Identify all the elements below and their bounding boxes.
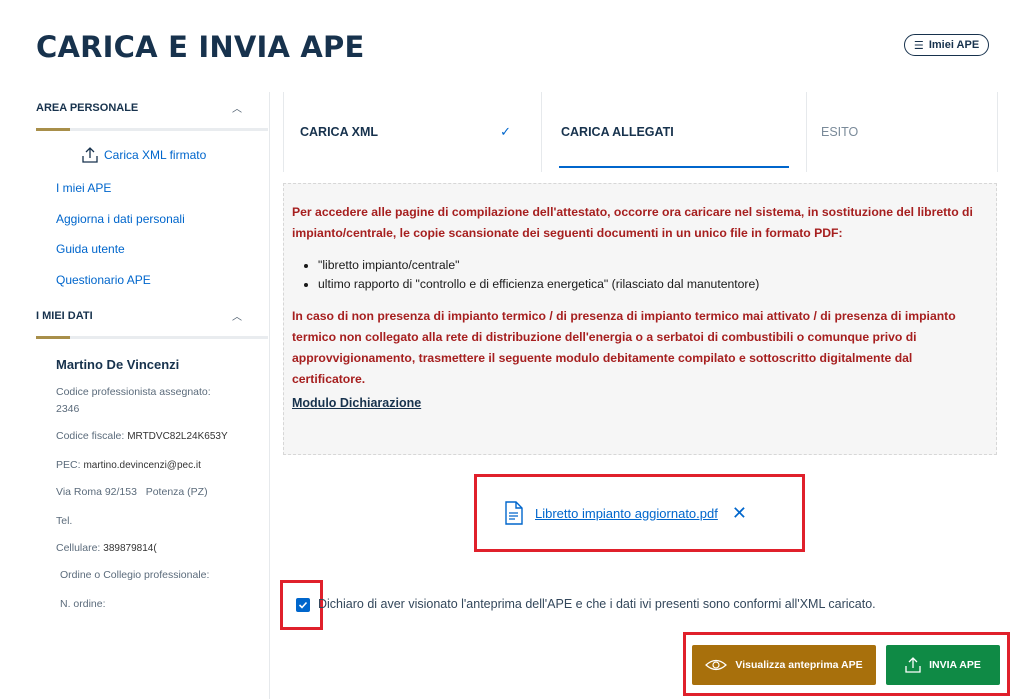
list-icon: ☰ bbox=[913, 39, 924, 52]
sidebar-item-aggiorna-dati[interactable]: Aggiorna i dati personali bbox=[56, 212, 185, 226]
preview-ape-button[interactable]: Visualizza anteprima APE bbox=[692, 645, 876, 685]
codice-professionista: Codice professionista assegnato: 2346 bbox=[56, 386, 211, 415]
file-name-link[interactable]: Libretto impianto aggiornato.pdf bbox=[535, 506, 718, 521]
section-miei-dati-label: I MIEI DATI bbox=[36, 309, 93, 322]
upload-xml-label: Carica XML firmato bbox=[104, 148, 207, 162]
step-esito[interactable]: ESITO bbox=[806, 92, 998, 172]
step-carica-allegati-label: CARICA ALLEGATI bbox=[561, 125, 674, 139]
user-name: Martino De Vincenzi bbox=[56, 357, 180, 372]
modulo-dichiarazione-link[interactable]: Modulo Dichiarazione bbox=[292, 396, 421, 410]
miei-ape-button[interactable]: ☰ Imiei APE bbox=[904, 34, 989, 56]
instructions-box: Per accedere alle pagine di compilazione… bbox=[283, 183, 997, 455]
sidebar-item-questionario[interactable]: Questionario APE bbox=[56, 273, 151, 287]
miei-ape-label: Imiei APE bbox=[928, 39, 980, 51]
step-esito-label: ESITO bbox=[821, 125, 859, 139]
upload-xml-link[interactable]: Carica XML firmato bbox=[82, 146, 206, 164]
instructions-intro: Per accedere alle pagine di compilazione… bbox=[292, 205, 973, 240]
cellulare: Cellulare: 389879814( bbox=[56, 542, 157, 554]
address: Via Roma 92/153 Potenza (PZ) bbox=[56, 486, 208, 498]
chevron-up-icon[interactable]: ︿ bbox=[232, 100, 242, 115]
list-item: "libretto impianto/centrale" bbox=[318, 256, 988, 275]
step-carica-xml[interactable]: CARICA XML ✓ bbox=[284, 92, 542, 172]
stepper: CARICA XML ✓ CARICA ALLEGATI ESITO bbox=[283, 92, 998, 172]
instructions-second: In caso di non presenza di impianto term… bbox=[292, 309, 956, 386]
sidebar: AREA PERSONALE ︿ Carica XML firmato I mi… bbox=[36, 92, 270, 699]
step-carica-allegati[interactable]: CARICA ALLEGATI bbox=[543, 92, 805, 172]
section-miei-dati[interactable]: I MIEI DATI ︿ bbox=[36, 308, 268, 324]
tel: Tel. bbox=[56, 515, 73, 527]
codice-fiscale: Codice fiscale: MRTDVC82L24K653Y bbox=[56, 430, 228, 442]
step-carica-xml-label: CARICA XML bbox=[300, 125, 379, 139]
section-area-personale[interactable]: AREA PERSONALE ︿ bbox=[36, 100, 268, 116]
check-icon: ✓ bbox=[500, 124, 511, 139]
documents-list: "libretto impianto/centrale" ultimo rapp… bbox=[318, 256, 988, 294]
ordine-professionale: Ordine o Collegio professionale: bbox=[60, 569, 210, 581]
active-step-indicator bbox=[559, 166, 789, 168]
sidebar-item-guida-utente[interactable]: Guida utente bbox=[56, 242, 125, 256]
check-icon bbox=[298, 601, 308, 609]
send-ape-label: INVIA APE bbox=[929, 659, 981, 671]
section-area-personale-label: AREA PERSONALE bbox=[36, 101, 139, 114]
declaration-label: Dichiaro di aver visionato l'anteprima d… bbox=[318, 597, 876, 611]
uploaded-file: Libretto impianto aggiornato.pdf ✕ bbox=[474, 474, 805, 552]
close-icon[interactable]: ✕ bbox=[732, 503, 747, 524]
chevron-up-icon[interactable]: ︿ bbox=[232, 308, 242, 323]
section-underline bbox=[36, 128, 268, 131]
numero-ordine: N. ordine: bbox=[60, 598, 106, 610]
document-icon bbox=[505, 501, 523, 525]
list-item: ultimo rapporto di "controllo e di effic… bbox=[318, 275, 988, 294]
sidebar-divider bbox=[269, 92, 270, 699]
pec: PEC: martino.devincenzi@pec.it bbox=[56, 459, 201, 471]
upload-icon bbox=[82, 147, 98, 163]
declaration-checkbox[interactable] bbox=[296, 598, 310, 612]
sidebar-item-miei-ape[interactable]: I miei APE bbox=[56, 181, 111, 195]
page-title: CARICA E INVIA APE bbox=[36, 30, 365, 64]
send-ape-button[interactable]: INVIA APE bbox=[886, 645, 1000, 685]
upload-icon bbox=[905, 657, 921, 673]
preview-ape-label: Visualizza anteprima APE bbox=[735, 659, 863, 671]
eye-icon bbox=[705, 659, 728, 671]
section-underline bbox=[36, 336, 268, 339]
